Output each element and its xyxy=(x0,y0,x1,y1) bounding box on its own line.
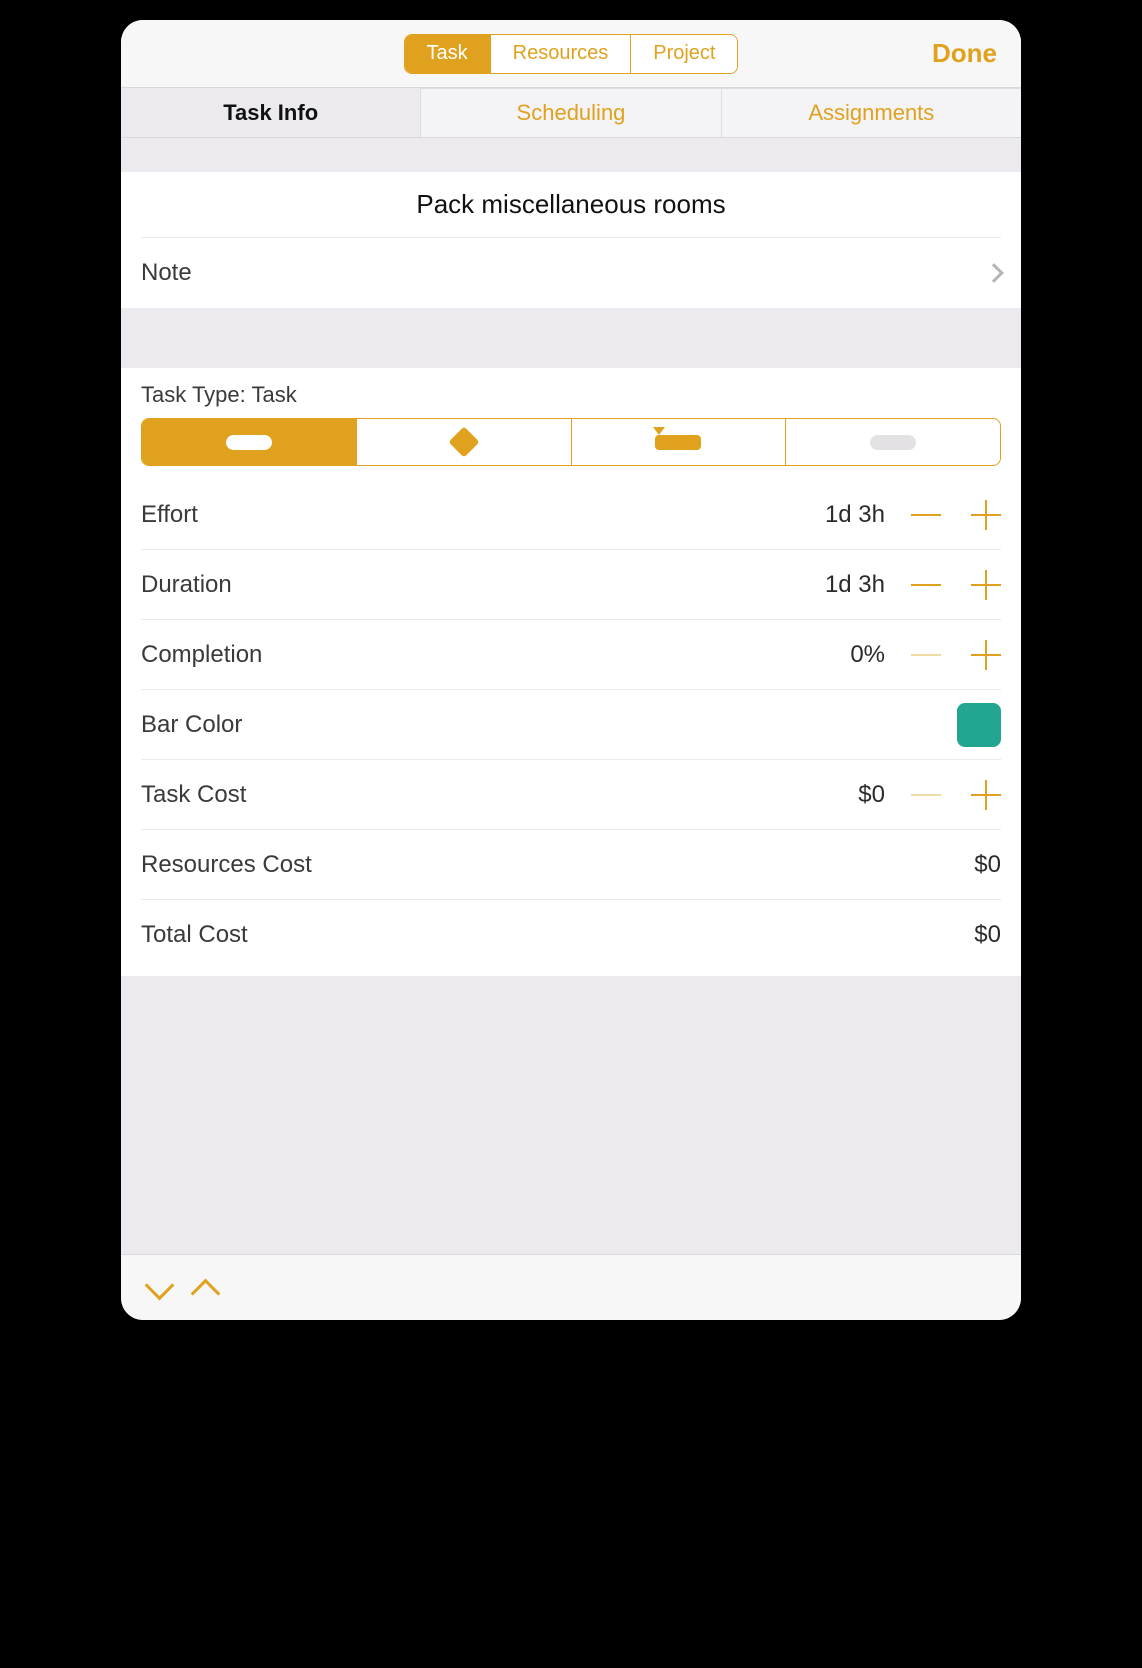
spacer xyxy=(121,138,1021,172)
resources-cost-value: $0 xyxy=(941,851,1001,879)
completion-decrement xyxy=(911,640,941,670)
tab-task-info[interactable]: Task Info xyxy=(121,88,420,138)
done-button[interactable]: Done xyxy=(932,20,997,87)
hammock-icon xyxy=(655,435,701,450)
task-type-milestone[interactable] xyxy=(357,419,572,465)
empty-area xyxy=(121,976,1021,1254)
subtab-bar: Task Info Scheduling Assignments xyxy=(121,88,1021,138)
task-type-header: Task Type: Task xyxy=(121,368,1021,418)
resources-cost-label: Resources Cost xyxy=(141,851,312,879)
task-type-hammock[interactable] xyxy=(572,419,787,465)
segment-task[interactable]: Task xyxy=(405,35,491,73)
duration-increment[interactable] xyxy=(971,570,1001,600)
total-cost-row: Total Cost $0 xyxy=(141,900,1001,970)
group-icon xyxy=(870,435,916,450)
fields-section: Task Type: Task Effort 1d 3h xyxy=(121,368,1021,976)
effort-value[interactable]: 1d 3h xyxy=(825,501,885,529)
task-type-group[interactable] xyxy=(786,419,1000,465)
bar-color-swatch[interactable] xyxy=(957,703,1001,747)
tab-scheduling[interactable]: Scheduling xyxy=(420,88,720,138)
title-section: Pack miscellaneous rooms Note xyxy=(121,172,1021,308)
task-title[interactable]: Pack miscellaneous rooms xyxy=(141,172,1001,238)
completion-label: Completion xyxy=(141,641,262,669)
segment-project[interactable]: Project xyxy=(631,35,737,73)
top-toolbar: Task Resources Project Done xyxy=(121,20,1021,88)
milestone-icon xyxy=(448,426,479,457)
duration-label: Duration xyxy=(141,571,232,599)
bar-color-label: Bar Color xyxy=(141,711,242,739)
inspector-panel: Task Resources Project Done Task Info Sc… xyxy=(121,20,1021,1320)
effort-row: Effort 1d 3h xyxy=(141,480,1001,550)
task-bar-icon xyxy=(226,435,272,450)
note-row[interactable]: Note xyxy=(141,238,1001,308)
task-cost-decrement xyxy=(911,780,941,810)
duration-value[interactable]: 1d 3h xyxy=(825,571,885,599)
task-cost-increment[interactable] xyxy=(971,780,1001,810)
bar-color-row[interactable]: Bar Color xyxy=(141,690,1001,760)
bottom-toolbar xyxy=(121,1254,1021,1320)
note-label: Note xyxy=(141,259,192,287)
task-type-task[interactable] xyxy=(142,419,357,465)
resources-cost-row: Resources Cost $0 xyxy=(141,830,1001,900)
completion-row: Completion 0% xyxy=(141,620,1001,690)
previous-task-button[interactable] xyxy=(191,1275,217,1301)
effort-decrement[interactable] xyxy=(911,500,941,530)
completion-increment[interactable] xyxy=(971,640,1001,670)
total-cost-label: Total Cost xyxy=(141,921,248,949)
task-cost-label: Task Cost xyxy=(141,781,246,809)
segment-resources[interactable]: Resources xyxy=(491,35,632,73)
view-segmented-control: Task Resources Project xyxy=(404,34,739,74)
task-cost-row: Task Cost $0 xyxy=(141,760,1001,830)
task-type-prefix: Task Type: xyxy=(141,382,251,407)
task-type-segmented-control xyxy=(141,418,1001,466)
effort-label: Effort xyxy=(141,501,198,529)
completion-value[interactable]: 0% xyxy=(825,641,885,669)
chevron-right-icon xyxy=(984,263,1004,283)
spacer xyxy=(121,308,1021,368)
duration-row: Duration 1d 3h xyxy=(141,550,1001,620)
task-type-value: Task xyxy=(251,382,296,407)
total-cost-value: $0 xyxy=(941,921,1001,949)
duration-decrement[interactable] xyxy=(911,570,941,600)
next-task-button[interactable] xyxy=(145,1275,171,1301)
task-cost-value[interactable]: $0 xyxy=(825,781,885,809)
tab-assignments[interactable]: Assignments xyxy=(721,88,1021,138)
effort-increment[interactable] xyxy=(971,500,1001,530)
